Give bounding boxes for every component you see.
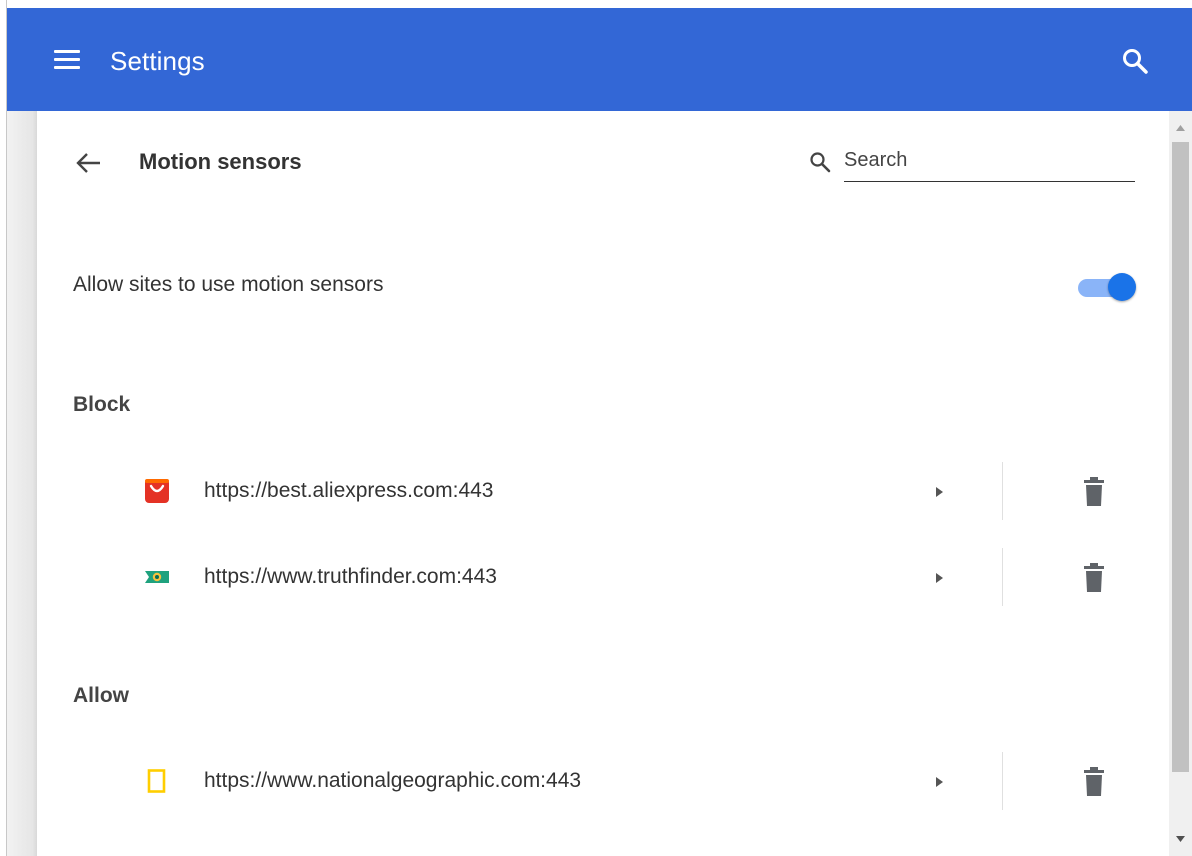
chevron-right-icon[interactable] bbox=[934, 571, 946, 585]
app-title: Settings bbox=[110, 46, 205, 76]
truthfinder-favicon bbox=[145, 565, 169, 589]
site-url: https://www.nationalgeographic.com:443 bbox=[204, 769, 582, 792]
window-frame-left bbox=[0, 0, 7, 856]
site-url: https://www.truthfinder.com:443 bbox=[204, 565, 497, 588]
search-icon[interactable] bbox=[1120, 46, 1152, 78]
site-url: https://best.aliexpress.com:443 bbox=[204, 479, 494, 502]
row-divider bbox=[1002, 462, 1003, 520]
settings-window: Settings Motion sensors Allow sites to u… bbox=[0, 0, 1192, 856]
content-side-shadow bbox=[7, 111, 37, 856]
search-input[interactable] bbox=[844, 146, 1135, 182]
chevron-right-icon[interactable] bbox=[934, 485, 946, 499]
section-heading-allow: Allow bbox=[73, 684, 129, 707]
vertical-scrollbar[interactable] bbox=[1169, 111, 1192, 856]
section-heading-block: Block bbox=[73, 393, 131, 416]
scrollbar-thumb[interactable] bbox=[1172, 142, 1189, 772]
trash-icon[interactable] bbox=[1080, 477, 1108, 507]
scroll-down-icon[interactable] bbox=[1169, 826, 1192, 852]
aliexpress-favicon bbox=[145, 479, 169, 503]
chevron-right-icon[interactable] bbox=[934, 775, 946, 789]
site-row[interactable]: https://best.aliexpress.com:443 bbox=[37, 462, 1167, 520]
site-row[interactable]: https://www.truthfinder.com:443 bbox=[37, 548, 1167, 606]
arrow-left-icon[interactable] bbox=[74, 148, 104, 178]
page-title: Motion sensors bbox=[139, 149, 302, 174]
search-icon bbox=[808, 150, 832, 174]
setting-label: Allow sites to use motion sensors bbox=[73, 273, 384, 296]
nationalgeographic-favicon bbox=[145, 769, 169, 793]
trash-icon[interactable] bbox=[1080, 767, 1108, 797]
trash-icon[interactable] bbox=[1080, 563, 1108, 593]
site-row[interactable]: https://www.nationalgeographic.com:443 bbox=[37, 752, 1167, 810]
motion-sensors-toggle[interactable] bbox=[1078, 272, 1138, 302]
hamburger-menu-icon[interactable] bbox=[54, 47, 80, 73]
row-divider bbox=[1002, 548, 1003, 606]
settings-toolbar: Settings bbox=[7, 8, 1192, 111]
row-divider bbox=[1002, 752, 1003, 810]
toggle-knob bbox=[1108, 273, 1136, 301]
scroll-up-icon[interactable] bbox=[1169, 115, 1192, 141]
